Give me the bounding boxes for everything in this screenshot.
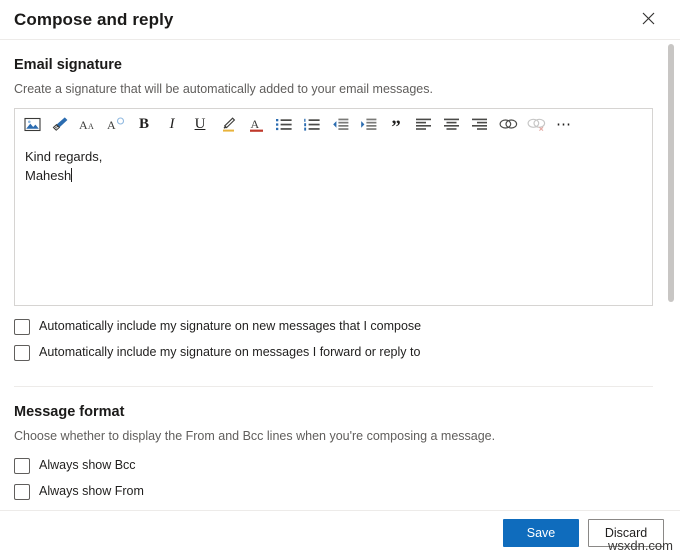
- svg-text:A: A: [250, 117, 259, 131]
- insert-picture-icon: [24, 117, 41, 132]
- underline-icon: U: [195, 117, 206, 132]
- insert-picture-button[interactable]: [18, 111, 46, 137]
- scrollbar-thumb[interactable]: [668, 44, 674, 302]
- more-options-icon: ⋯: [556, 117, 572, 132]
- save-button[interactable]: Save: [503, 519, 579, 547]
- discard-button[interactable]: Discard: [588, 519, 664, 547]
- signature-text-area[interactable]: Kind regards, Mahesh: [15, 140, 652, 305]
- bold-button[interactable]: B: [130, 111, 158, 137]
- dialog-scroll-body: Email signature Create a signature that …: [0, 40, 680, 510]
- quote-icon: ”: [391, 121, 401, 134]
- page-title: Compose and reply: [14, 10, 634, 30]
- remove-link-icon: [527, 117, 546, 132]
- align-center-button[interactable]: [438, 111, 466, 137]
- increase-indent-icon: [360, 118, 377, 131]
- signature-reply-forward-checkbox[interactable]: [14, 345, 30, 361]
- signature-line-1: Kind regards,: [25, 149, 102, 164]
- decrease-indent-icon: [332, 118, 349, 131]
- highlight-icon: [220, 116, 237, 133]
- underline-button[interactable]: U: [186, 111, 214, 137]
- bulleted-list-button[interactable]: [270, 111, 298, 137]
- signature-reply-forward-label[interactable]: Automatically include my signature on me…: [39, 345, 420, 360]
- always-show-bcc-row[interactable]: Always show Bcc: [14, 458, 652, 474]
- decrease-indent-button[interactable]: [326, 111, 354, 137]
- font-color-icon: A: [249, 116, 264, 133]
- decrease-font-size-icon: A: [107, 117, 126, 132]
- svg-text:A: A: [107, 118, 116, 132]
- always-show-bcc-label[interactable]: Always show Bcc: [39, 458, 136, 473]
- align-center-icon: [444, 118, 460, 131]
- highlight-button[interactable]: [214, 111, 242, 137]
- decrease-font-size-button[interactable]: A: [102, 111, 130, 137]
- email-signature-description: Create a signature that will be automati…: [14, 81, 652, 98]
- bold-icon: B: [139, 117, 149, 132]
- signature-line-2: Mahesh: [25, 168, 71, 183]
- always-show-from-label[interactable]: Always show From: [39, 484, 144, 499]
- increase-indent-button[interactable]: [354, 111, 382, 137]
- compose-and-reply-dialog: Compose and reply Email signature Create…: [0, 0, 680, 554]
- editor-toolbar: A A A B: [15, 109, 652, 140]
- close-button[interactable]: [634, 6, 662, 34]
- signature-new-messages-label[interactable]: Automatically include my signature on ne…: [39, 319, 421, 334]
- remove-link-button[interactable]: [522, 111, 550, 137]
- svg-text:A: A: [88, 122, 94, 131]
- quote-button[interactable]: ”: [382, 111, 410, 137]
- numbered-list-button[interactable]: [298, 111, 326, 137]
- align-left-icon: [416, 118, 432, 131]
- italic-icon: I: [170, 117, 175, 132]
- signature-reply-forward-row[interactable]: Automatically include my signature on me…: [14, 345, 652, 361]
- align-left-button[interactable]: [410, 111, 438, 137]
- font-color-button[interactable]: A: [242, 111, 270, 137]
- always-show-bcc-checkbox[interactable]: [14, 458, 30, 474]
- always-show-from-row[interactable]: Always show From: [14, 484, 652, 500]
- dialog-footer: Save Discard: [0, 510, 680, 554]
- italic-button[interactable]: I: [158, 111, 186, 137]
- message-format-heading: Message format: [14, 404, 652, 420]
- align-right-icon: [472, 118, 488, 131]
- format-painter-icon: [52, 116, 69, 132]
- signature-new-messages-checkbox[interactable]: [14, 319, 30, 335]
- close-icon: [642, 12, 655, 28]
- dialog-header: Compose and reply: [0, 0, 680, 40]
- text-caret: [71, 168, 72, 182]
- email-signature-heading: Email signature: [14, 57, 652, 73]
- always-show-from-checkbox[interactable]: [14, 484, 30, 500]
- increase-font-size-icon: A A: [79, 117, 98, 132]
- numbered-list-icon: [304, 118, 320, 131]
- signature-editor: A A A B: [14, 108, 653, 306]
- insert-link-button[interactable]: [494, 111, 522, 137]
- bulleted-list-icon: [276, 118, 292, 131]
- increase-font-size-button[interactable]: A A: [74, 111, 102, 137]
- format-painter-button[interactable]: [46, 111, 74, 137]
- section-divider: [14, 386, 653, 387]
- align-right-button[interactable]: [466, 111, 494, 137]
- signature-new-messages-row[interactable]: Automatically include my signature on ne…: [14, 319, 652, 335]
- insert-link-icon: [499, 117, 518, 131]
- vertical-scrollbar[interactable]: [668, 40, 674, 510]
- message-format-description: Choose whether to display the From and B…: [14, 428, 652, 445]
- more-options-button[interactable]: ⋯: [550, 111, 578, 137]
- svg-text:A: A: [79, 118, 88, 132]
